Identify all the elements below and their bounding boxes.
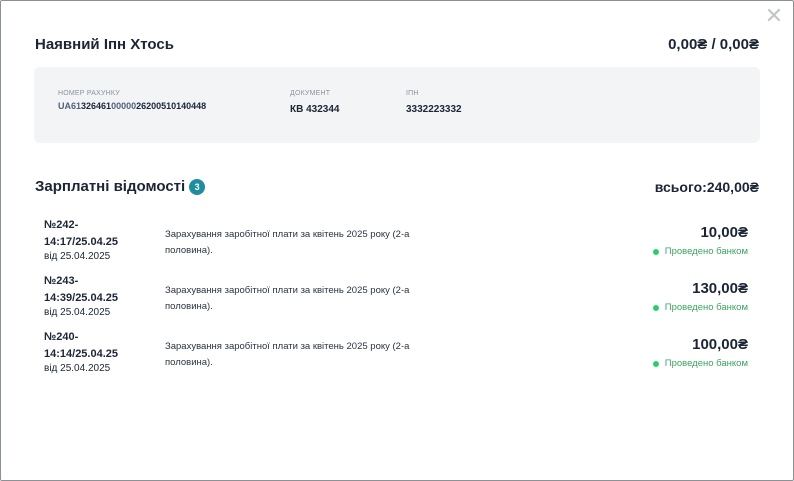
payroll-total: всього:240,00₴ (654, 178, 759, 195)
account-prefix: UA61 (58, 101, 82, 111)
payroll-number-time: 14:14/25.04.25 (44, 348, 119, 360)
payroll-number-time: 14:17/25.04.25 (44, 236, 119, 248)
account-number: UA613264610000026200510140448 (58, 101, 206, 112)
payroll-description: Зарахування заробітної плати за квітень … (165, 229, 410, 256)
payroll-status-text: Проведено банком (664, 302, 748, 313)
status-dot-icon (652, 248, 659, 255)
status-dot-icon (652, 304, 659, 311)
payroll-amount: 10,00₴ (700, 224, 748, 241)
payroll-row[interactable]: №242- 14:17/25.04.25 від 25.04.2025 Зара… (44, 214, 750, 270)
payroll-number-id: №243- (44, 275, 79, 287)
payroll-list: №242- 14:17/25.04.25 від 25.04.2025 Зара… (44, 214, 750, 382)
payroll-number-id: №240- (44, 331, 79, 343)
payroll-date: від 25.04.2025 (44, 251, 111, 262)
payroll-status-text: Проведено банком (664, 358, 748, 369)
document-block: ДОКУМЕНТ КВ 432344 (290, 90, 339, 115)
payroll-title-text: Зарплатні відомості (35, 178, 186, 195)
payroll-number: №243- 14:39/25.04.25 (44, 273, 118, 307)
payroll-number-time: 14:39/25.04.25 (44, 292, 119, 304)
payroll-status-text: Проведено банком (664, 246, 748, 257)
payroll-description: Зарахування заробітної плати за квітень … (165, 285, 410, 312)
payroll-amount: 130,00₴ (692, 280, 748, 297)
account-seg3: 26200510140448 (136, 101, 207, 111)
payroll-number: №240- 14:14/25.04.25 (44, 329, 118, 363)
payroll-amount: 100,00₴ (692, 336, 748, 353)
payroll-number: №242- 14:17/25.04.25 (44, 217, 118, 251)
payroll-count-badge: 3 (189, 178, 206, 195)
modal-header: Наявний Іпн Хтось 0,00₴ / 0,00₴ (35, 36, 759, 53)
balance-value: 0,00₴ / 0,00₴ (668, 36, 759, 53)
account-seg2: 00000 (111, 101, 137, 111)
status-dot-icon (652, 360, 659, 367)
document-value: КВ 432344 (290, 104, 340, 115)
payroll-description: Зарахування заробітної плати за квітень … (165, 341, 410, 368)
document-label: ДОКУМЕНТ (290, 90, 331, 97)
payroll-title: Зарплатні відомості 3 (35, 178, 206, 195)
payroll-status: Проведено банком (652, 302, 748, 313)
account-seg1: 326461 (81, 101, 112, 111)
ipn-label: ІПН (406, 90, 419, 97)
account-label: НОМЕР РАХУНКУ (58, 90, 120, 97)
payroll-status: Проведено банком (652, 358, 748, 369)
ipn-value: 3332223332 (406, 104, 462, 115)
info-panel: НОМЕР РАХУНКУ UA613264610000026200510140… (34, 67, 760, 143)
payroll-date: від 25.04.2025 (44, 307, 111, 318)
payroll-status: Проведено банком (652, 246, 748, 257)
payroll-row[interactable]: №240- 14:14/25.04.25 від 25.04.2025 Зара… (44, 326, 750, 382)
payroll-number-id: №242- (44, 219, 79, 231)
account-block: НОМЕР РАХУНКУ UA613264610000026200510140… (58, 90, 206, 112)
ipn-block: ІПН 3332223332 (406, 90, 462, 115)
modal-title: Наявний Іпн Хтось (35, 36, 174, 53)
payroll-date: від 25.04.2025 (44, 363, 111, 374)
payroll-row[interactable]: №243- 14:39/25.04.25 від 25.04.2025 Зара… (44, 270, 750, 326)
close-icon[interactable]: ✕ (764, 5, 784, 27)
payroll-header: Зарплатні відомості 3 всього:240,00₴ (35, 178, 759, 195)
